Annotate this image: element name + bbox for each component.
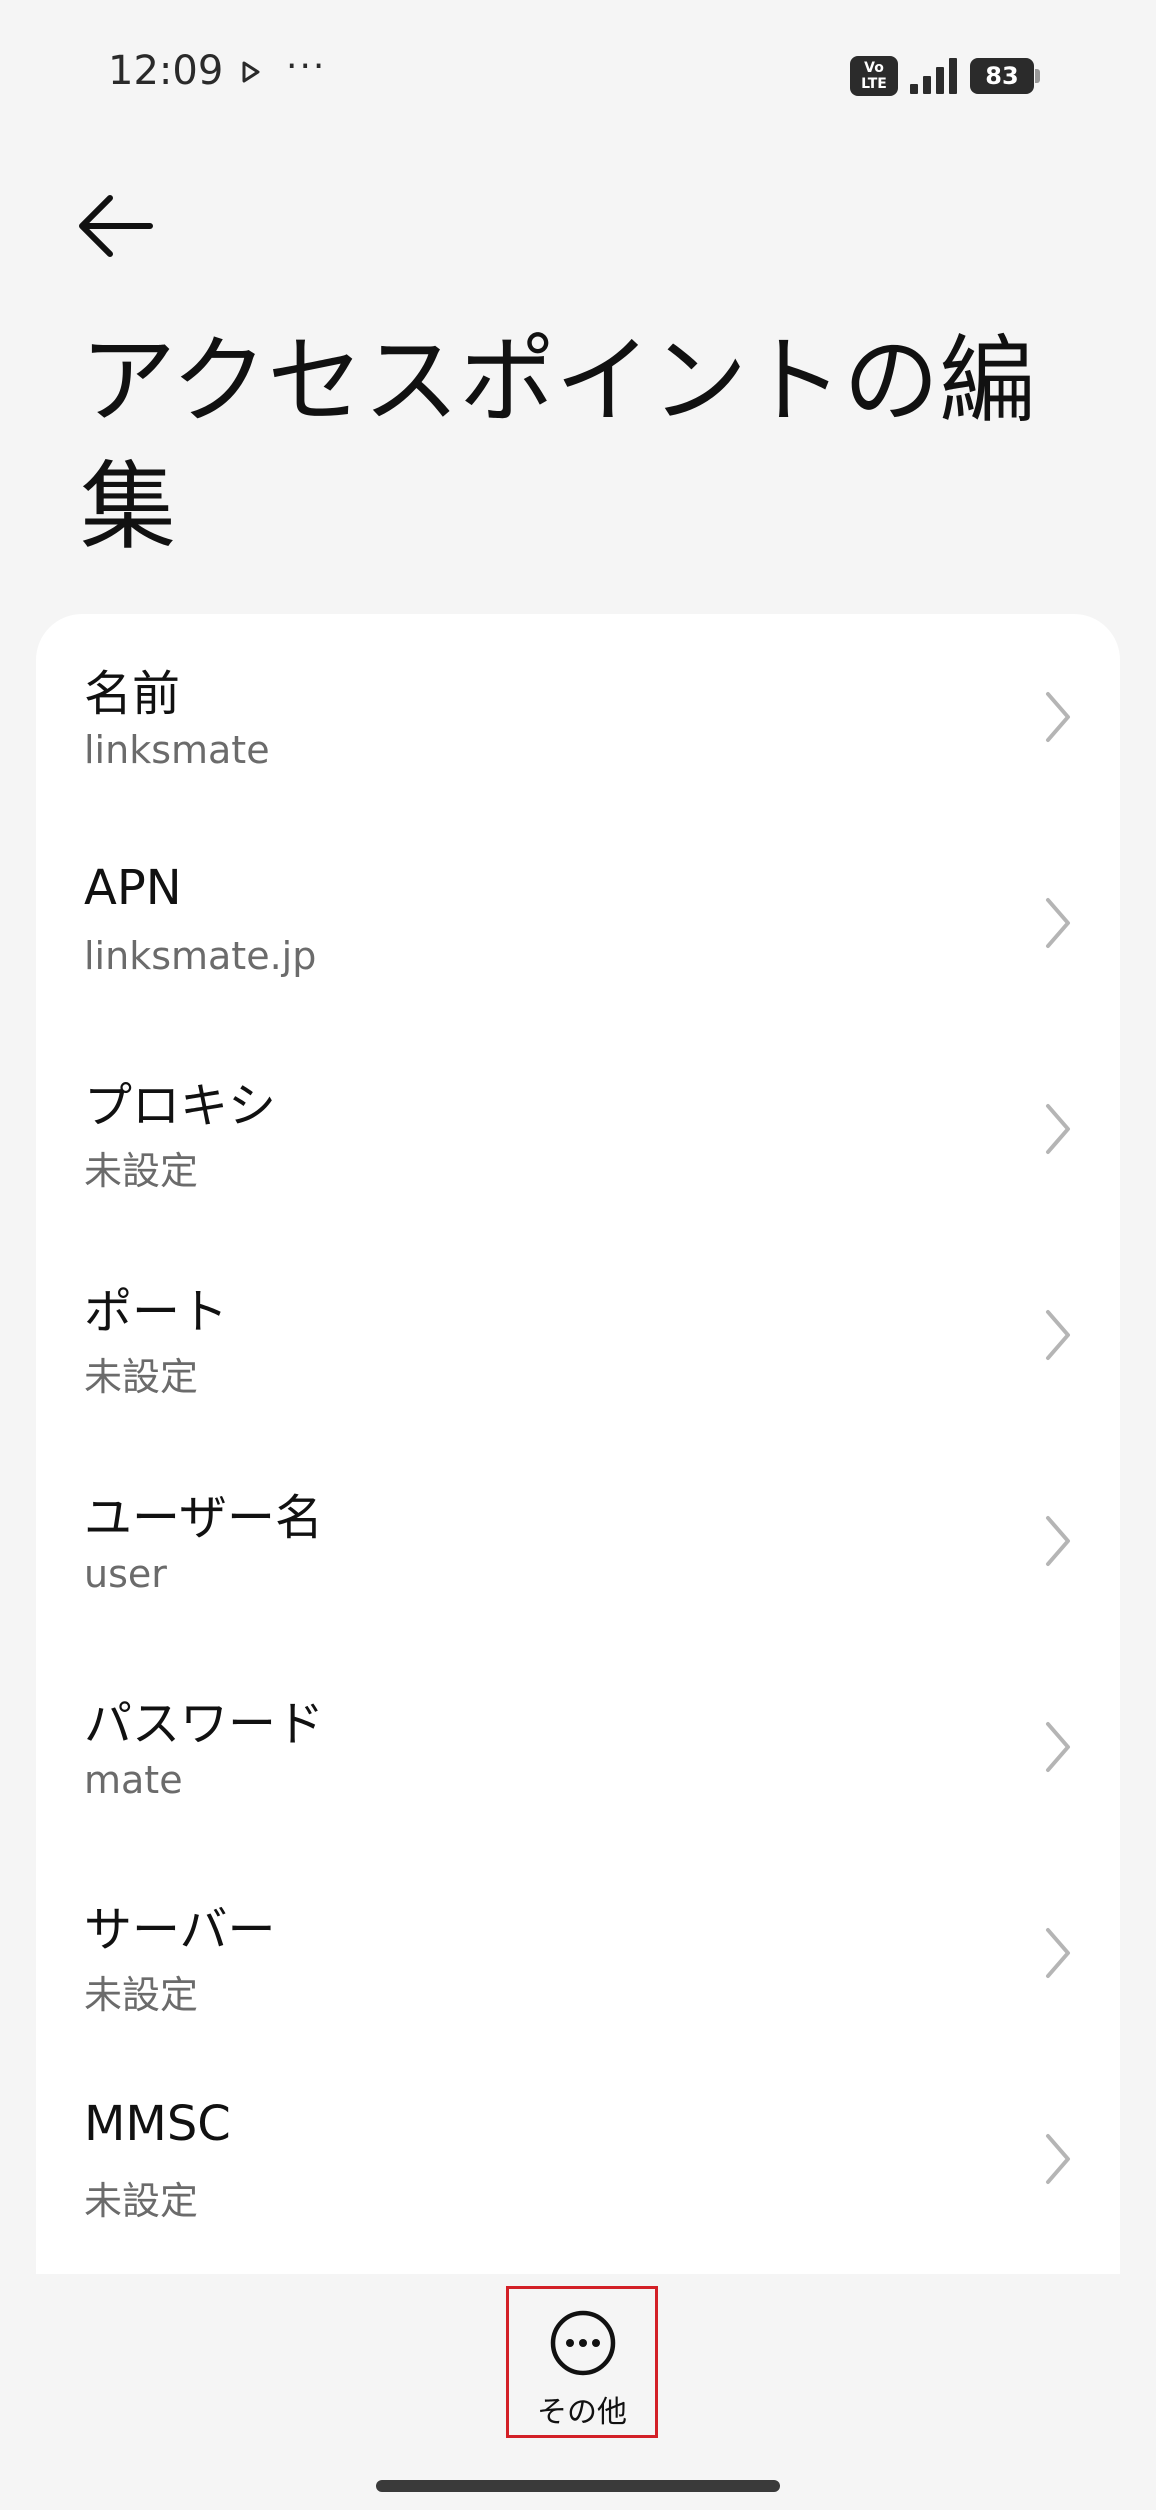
setting-label: プロキシ — [84, 1078, 277, 1134]
status-time: 12:09 — [108, 48, 224, 94]
battery-tip — [1035, 69, 1040, 83]
status-bar: 12:09 ··· Vo LTE 83 — [0, 0, 1156, 150]
setting-value: linksmate — [84, 728, 270, 772]
setting-value: 未設定 — [84, 2179, 199, 2223]
chevron-right-icon — [1046, 1516, 1070, 1566]
chevron-right-icon — [1046, 1104, 1070, 1154]
setting-row-mmsc[interactable]: MMSC 未設定 — [36, 2056, 1120, 2262]
play-icon — [242, 61, 260, 83]
setting-row-server[interactable]: サーバー 未設定 — [36, 1850, 1120, 2056]
setting-label: サーバー — [84, 1902, 276, 1958]
setting-row-username[interactable]: ユーザー名 user — [36, 1438, 1120, 1644]
more-horizontal-circle-icon — [550, 2310, 616, 2376]
setting-value: 未設定 — [84, 1973, 199, 2017]
volte-icon: Vo LTE — [850, 56, 898, 96]
battery-level: 83 — [970, 58, 1034, 94]
back-button[interactable] — [70, 186, 170, 266]
cellular-signal-icon — [910, 58, 957, 94]
home-indicator[interactable] — [376, 2480, 780, 2492]
setting-label: 名前 — [84, 666, 181, 722]
setting-label: MMSC — [84, 2096, 231, 2152]
arrow-left-icon — [79, 195, 153, 257]
volte-label: Vo LTE — [861, 60, 887, 92]
more-options-label: その他 — [537, 2395, 627, 2430]
chevron-right-icon — [1046, 1722, 1070, 1772]
setting-row-proxy[interactable]: プロキシ 未設定 — [36, 1026, 1120, 1232]
setting-row-port[interactable]: ポート 未設定 — [36, 1232, 1120, 1438]
notification-more-icon: ··· — [286, 46, 327, 87]
chevron-right-icon — [1046, 1928, 1070, 1978]
setting-value: mate — [84, 1758, 183, 1802]
battery-icon: 83 — [970, 58, 1040, 94]
setting-row-password[interactable]: パスワード mate — [36, 1644, 1120, 1850]
chevron-right-icon — [1046, 692, 1070, 742]
chevron-right-icon — [1046, 898, 1070, 948]
setting-label: APN — [84, 860, 182, 916]
chevron-right-icon — [1046, 1310, 1070, 1360]
setting-label: ユーザー名 — [84, 1490, 324, 1546]
setting-label: ポート — [84, 1284, 229, 1340]
setting-row-name[interactable]: 名前 linksmate — [36, 614, 1120, 820]
chevron-right-icon — [1046, 2134, 1070, 2184]
setting-value: linksmate.jp — [84, 934, 317, 978]
page-title: アクセスポイントの編集 — [80, 325, 1036, 563]
setting-row-apn[interactable]: APN linksmate.jp — [36, 820, 1120, 1026]
setting-value: 未設定 — [84, 1149, 199, 1193]
setting-label: パスワード — [84, 1696, 325, 1752]
apn-settings-list: 名前 linksmate APN linksmate.jp プロキシ 未設定 ポ… — [36, 614, 1120, 2274]
more-options-button[interactable]: その他 — [506, 2286, 658, 2438]
setting-value: 未設定 — [84, 1355, 199, 1399]
setting-value: user — [84, 1552, 167, 1596]
